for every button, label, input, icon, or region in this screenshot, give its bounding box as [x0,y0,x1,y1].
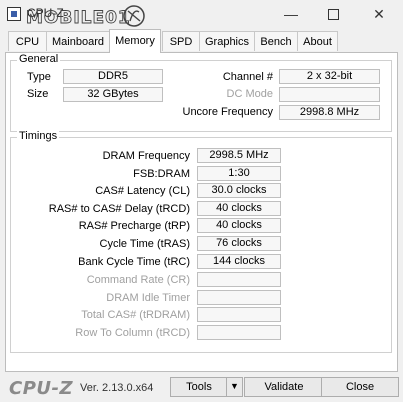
timing-value: 30.0 clocks [197,183,281,198]
channel-field: 2 x 32-bit [279,69,380,84]
title-bar[interactable]: CPU-Z MOBILE01 ― ✕ [0,0,403,30]
close-icon: ✕ [373,5,385,22]
timing-value: 76 clocks [197,236,281,251]
minimize-icon: ― [284,6,298,22]
timing-label: DRAM Frequency [102,150,190,162]
timing-value [197,272,281,287]
timing-label: Total CAS# (tRDRAM) [81,309,190,321]
size-field: 32 GBytes [63,87,163,102]
watermark-logo: MOBILE01 [26,5,145,28]
watermark-text: MOBILE01 [26,8,131,28]
maximize-icon [327,8,339,20]
caret-down-icon: ▼ [230,381,239,391]
timings-group: Timings DRAM Frequency 2998.5 MHz FSB:DR… [10,130,392,353]
tab-bar: CPU Mainboard Memory SPD Graphics Bench … [0,29,403,53]
timing-label: DRAM Idle Timer [106,292,190,304]
timings-group-title: Timings [17,130,60,142]
timing-value: 2998.5 MHz [197,148,281,163]
timing-label: Command Rate (CR) [86,274,190,286]
tab-spd[interactable]: SPD [162,31,200,51]
tab-mainboard[interactable]: Mainboard [46,31,110,51]
tab-memory[interactable]: Memory [109,29,161,53]
timing-label: FSB:DRAM [133,168,190,180]
timing-value: 144 clocks [197,254,281,269]
channel-label: Channel # [222,71,273,83]
close-button[interactable]: Close [321,377,399,397]
timing-label: RAS# to CAS# Delay (tRCD) [48,203,190,215]
tab-graphics[interactable]: Graphics [199,31,255,51]
timing-value [197,325,281,340]
tools-button[interactable]: Tools [170,377,228,397]
timing-label: Bank Cycle Time (tRC) [78,256,190,268]
uncore-field: 2998.8 MHz [279,105,380,120]
general-group: General Type DDR5 Size 32 GBytes Channel… [10,53,392,132]
timing-value: 40 clocks [197,218,281,233]
uncore-label: Uncore Frequency [182,106,274,118]
type-field: DDR5 [63,69,163,84]
type-label: Type [27,71,51,83]
version-text: Ver. 2.13.0.x64 [80,382,154,394]
timing-label: Row To Column (tRCD) [75,327,190,339]
tab-bench[interactable]: Bench [254,31,298,51]
tab-about[interactable]: About [297,31,338,51]
minimize-button[interactable]: ― [278,3,304,25]
timing-value [197,307,281,322]
dcmode-field [279,87,380,102]
tools-dropdown-button[interactable]: ▼ [226,377,243,397]
timing-value: 1:30 [197,166,281,181]
validate-button[interactable]: Validate [244,377,324,397]
tab-cpu[interactable]: CPU [8,31,47,51]
size-label: Size [27,88,49,100]
timing-label: RAS# Precharge (tRP) [78,220,190,232]
close-window-button[interactable]: ✕ [366,3,392,25]
memory-panel: General Type DDR5 Size 32 GBytes Channel… [5,52,398,372]
maximize-button[interactable] [320,3,346,25]
timing-label: CAS# Latency (CL) [95,185,190,197]
dcmode-label: DC Mode [226,88,273,100]
timing-value: 40 clocks [197,201,281,216]
timing-label: Cycle Time (tRAS) [99,238,190,250]
general-group-title: General [17,53,61,65]
timing-value [197,290,281,305]
cpuz-logo: CPU-Z [9,378,74,399]
